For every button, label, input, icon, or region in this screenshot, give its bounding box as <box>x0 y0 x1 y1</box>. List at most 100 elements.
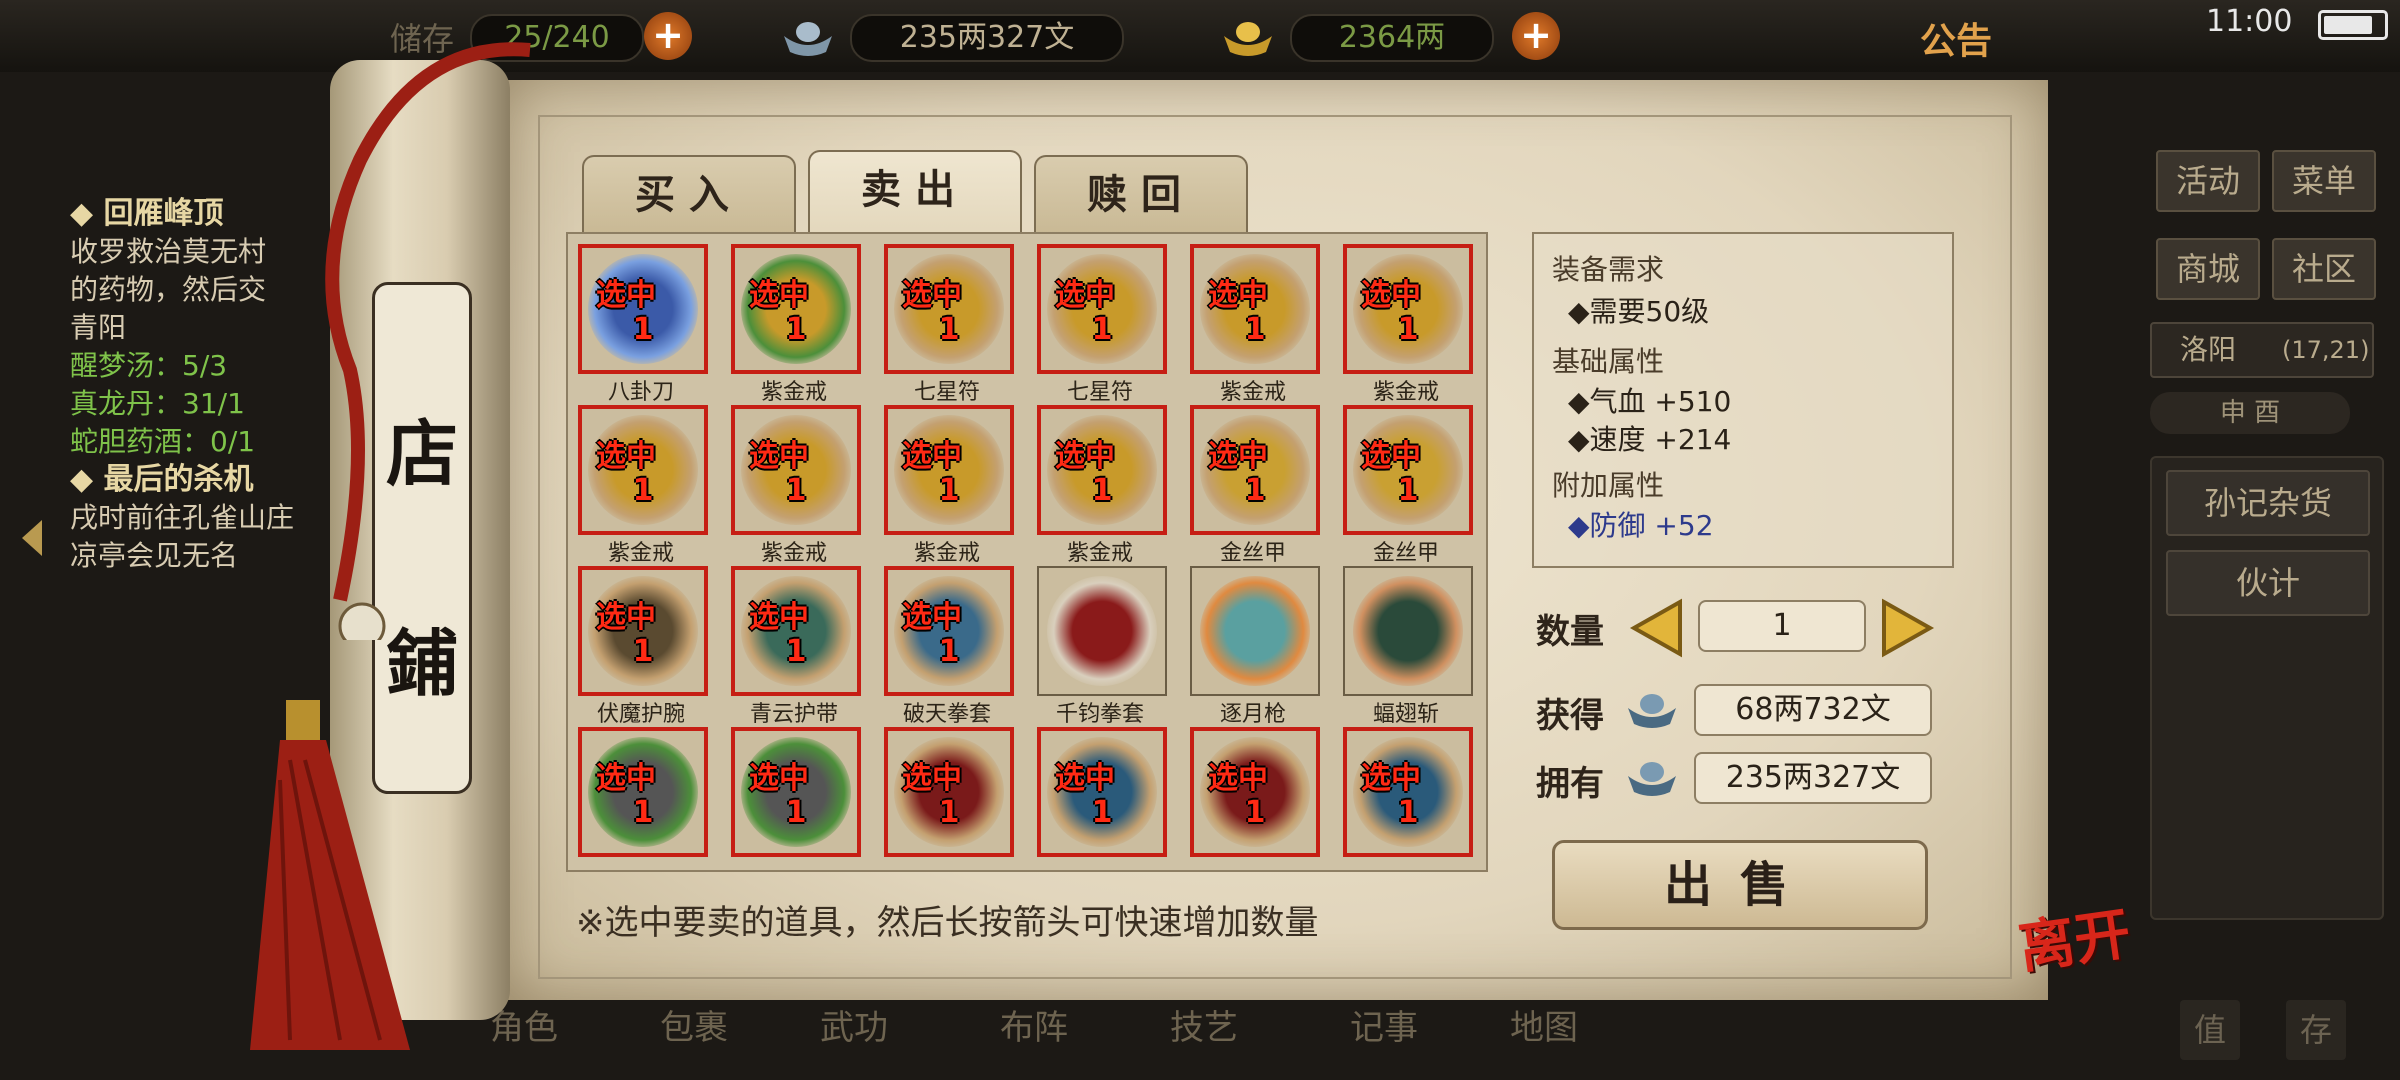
decrease-arrow-icon[interactable] <box>1628 598 1684 658</box>
location-coords: (17,21) <box>2282 336 2370 364</box>
item-name: 紫金戒 <box>1219 380 1286 405</box>
item-quantity: 1 <box>1397 795 1419 830</box>
item-slot[interactable]: 选中 1 <box>1343 727 1473 857</box>
item-slot[interactable]: 选中 1 <box>1190 727 1320 857</box>
item-name: 紫金戒 <box>1066 541 1133 566</box>
item-slot[interactable]: 选中 1 <box>884 566 1014 696</box>
tab-buy[interactable]: 买入 <box>582 155 796 233</box>
nav-journal[interactable]: 记事 <box>1350 1000 1418 1049</box>
item-slot[interactable] <box>1343 566 1473 696</box>
stat-speed: ◆速度 +214 <box>1568 423 1732 456</box>
item-slot[interactable]: 选中 1 <box>1037 244 1167 374</box>
item-slot[interactable]: 选中 1 <box>731 405 861 535</box>
item-icon <box>1353 576 1463 686</box>
item-quantity: 1 <box>938 473 960 508</box>
item-slot[interactable]: 选中 1 <box>1190 244 1320 374</box>
value-button[interactable]: 值 <box>2180 1000 2240 1060</box>
gold-ingot-icon <box>1224 22 1272 56</box>
npc-shop-item[interactable]: 孙记杂货 <box>2166 470 2370 536</box>
nav-martial[interactable]: 武功 <box>820 1000 888 1049</box>
item-quantity: 1 <box>1091 473 1113 508</box>
item-slot[interactable]: 选中 1 <box>1343 244 1473 374</box>
item-quantity: 1 <box>632 312 654 347</box>
item-name: 伏魔护腕 <box>596 702 685 727</box>
quantity-input[interactable]: 1 <box>1698 600 1866 652</box>
item-slot[interactable]: 选中 1 <box>1190 405 1320 535</box>
item-slot[interactable]: 选中 1 <box>731 727 861 857</box>
item-name: 金丝甲 <box>1219 541 1286 566</box>
item-quantity: 1 <box>785 795 807 830</box>
item-name: 破天拳套 <box>902 702 991 727</box>
tassel-cord-icon <box>325 42 531 640</box>
item-quantity: 1 <box>1244 473 1266 508</box>
tab-sell[interactable]: 卖出 <box>808 150 1022 236</box>
selected-tag: 选中 <box>1055 439 1115 474</box>
item-quantity: 1 <box>938 795 960 830</box>
menu-button[interactable]: 菜单 <box>2272 150 2376 212</box>
item-slot[interactable]: 选中 1 <box>884 727 1014 857</box>
sell-button[interactable]: 出售 <box>1552 840 1928 930</box>
item-slot[interactable]: 选中 1 <box>1037 727 1167 857</box>
item-name: 紫金戒 <box>760 541 827 566</box>
own-value: 235两327文 <box>1694 752 1932 804</box>
selected-tag: 选中 <box>902 761 962 796</box>
selected-tag: 选中 <box>749 439 809 474</box>
item-slot[interactable]: 选中 1 <box>1037 405 1167 535</box>
item-slot[interactable]: 选中 1 <box>731 244 861 374</box>
item-slot[interactable]: 选中 1 <box>578 244 708 374</box>
selected-tag: 选中 <box>749 600 809 635</box>
nav-skills[interactable]: 技艺 <box>1170 1000 1238 1049</box>
nav-bag[interactable]: 包裹 <box>660 1000 728 1049</box>
item-slot[interactable] <box>1190 566 1320 696</box>
item-name: 逐月枪 <box>1219 702 1286 727</box>
item-slot[interactable]: 选中 1 <box>578 566 708 696</box>
save-button[interactable]: 存 <box>2286 1000 2346 1060</box>
increase-arrow-icon[interactable] <box>1880 598 1936 658</box>
item-quantity: 1 <box>1244 795 1266 830</box>
collapse-arrow-icon[interactable] <box>22 520 42 556</box>
item-quantity: 1 <box>938 312 960 347</box>
nav-formation[interactable]: 布阵 <box>1000 1000 1068 1049</box>
item-name: 八卦刀 <box>607 380 674 405</box>
selected-tag: 选中 <box>1208 439 1268 474</box>
tab-redeem[interactable]: 赎回 <box>1034 155 1248 233</box>
selected-tag: 选中 <box>902 278 962 313</box>
item-slot[interactable]: 选中 1 <box>884 244 1014 374</box>
selected-tag: 选中 <box>1208 278 1268 313</box>
add-bag-button[interactable]: + <box>644 12 692 60</box>
tassel-icon <box>250 700 410 1050</box>
community-button[interactable]: 社区 <box>2272 238 2376 300</box>
requirement-title: 装备需求 <box>1552 253 1665 286</box>
item-quantity: 1 <box>1397 473 1419 508</box>
notice-button[interactable]: 公告 <box>1920 12 1992 64</box>
selected-tag: 选中 <box>1208 761 1268 796</box>
item-slot[interactable] <box>1037 566 1167 696</box>
item-name: 金丝甲 <box>1372 541 1439 566</box>
activity-button[interactable]: 活动 <box>2156 150 2260 212</box>
selected-tag: 选中 <box>596 278 656 313</box>
item-slot[interactable]: 选中 1 <box>1343 405 1473 535</box>
item-slot[interactable]: 选中 1 <box>884 405 1014 535</box>
item-slot[interactable]: 选中 1 <box>731 566 861 696</box>
npc-list: 孙记杂货 伙计 <box>2150 456 2384 920</box>
item-name: 紫金戒 <box>607 541 674 566</box>
item-name: 千钧拳套 <box>1055 702 1144 727</box>
location-bar[interactable]: 洛阳 (17,21) <box>2150 322 2374 378</box>
item-quantity: 1 <box>1091 312 1113 347</box>
add-gold-button[interactable]: + <box>1512 12 1560 60</box>
money-display: 235两327文 <box>850 14 1124 62</box>
item-slot[interactable]: 选中 1 <box>578 405 708 535</box>
leave-button[interactable]: 离开 <box>2013 889 2135 985</box>
mall-button[interactable]: 商城 <box>2156 238 2260 300</box>
nav-map[interactable]: 地图 <box>1510 1000 1578 1049</box>
selected-tag: 选中 <box>596 761 656 796</box>
npc-clerk-item[interactable]: 伙计 <box>2166 550 2370 616</box>
item-quantity: 1 <box>1244 312 1266 347</box>
item-icon <box>1047 576 1157 686</box>
item-slot[interactable]: 选中 1 <box>578 727 708 857</box>
selected-tag: 选中 <box>596 439 656 474</box>
selected-tag: 选中 <box>749 278 809 313</box>
gold-display: 2364两 <box>1290 14 1494 62</box>
gain-value: 68两732文 <box>1694 684 1932 736</box>
item-name: 七星符 <box>1066 380 1133 405</box>
